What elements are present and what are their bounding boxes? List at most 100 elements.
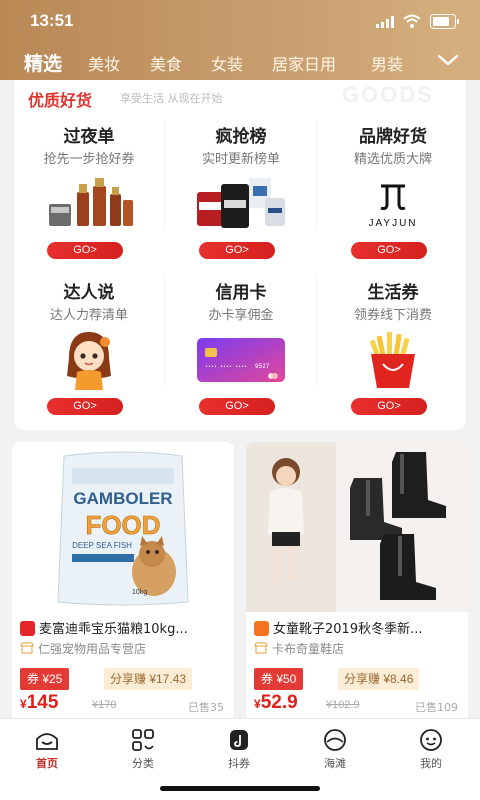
supplement-jars-image	[197, 178, 285, 228]
douyin-coupon-icon	[230, 730, 248, 750]
chevron-down-icon[interactable]	[436, 52, 460, 68]
credit-card-cell[interactable]: 信用卡 办卡享佣金 •••• •••• •••• 9527 GO>	[166, 278, 316, 428]
svg-text:JAYJUN: JAYJUN	[368, 218, 417, 229]
sold-count: 已售109	[415, 701, 458, 714]
cell-subtitle: 精选优质大牌	[353, 152, 432, 167]
share-earn-badge[interactable]: 分享赚 ¥17.43	[104, 668, 193, 690]
wifi-icon	[403, 14, 421, 28]
cell-subtitle: 办卡享佣金	[208, 308, 274, 323]
tab-food[interactable]: 美食	[150, 51, 182, 75]
divider	[164, 120, 165, 230]
nav-label: 分类	[132, 757, 154, 770]
cell-title: 过夜单	[63, 127, 115, 147]
profile-icon	[420, 729, 442, 751]
overnight-deals-cell[interactable]: 过夜单 抢先一步抢好券 GO>	[14, 122, 164, 272]
product-name-text: 麦富迪乖宝乐猫粮10kg...	[39, 622, 188, 637]
shop-icon	[254, 642, 268, 654]
divider	[316, 275, 317, 385]
nav-label: 海滩	[324, 757, 346, 770]
sold-count: 已售35	[188, 701, 224, 714]
quality-goods-card: 优质好货 享受生活 从现在开始 GOODS 过夜单 抢先一步抢好券 GO> 疯抢…	[14, 80, 466, 430]
home-icon	[36, 733, 58, 750]
shop-name[interactable]: 卡布奇童鞋店	[254, 640, 344, 657]
svg-text:9527: 9527	[255, 363, 270, 370]
share-earn-badge[interactable]: 分享赚 ¥8.46	[338, 668, 420, 690]
credit-card-image: •••• •••• •••• 9527	[197, 338, 285, 382]
tab-featured[interactable]: 精选	[24, 49, 62, 76]
taobao-icon	[254, 621, 269, 636]
svg-text:FOOD: FOOD	[85, 510, 160, 540]
life-coupon-cell[interactable]: 生活券 领券线下消费 GO>	[318, 278, 466, 428]
product-name: 麦富迪乖宝乐猫粮10kg...	[20, 618, 226, 637]
nav-label: 抖券	[228, 757, 250, 770]
shop-name[interactable]: 仁强宠物用品专营店	[20, 640, 146, 657]
cell-title: 生活券	[367, 283, 419, 303]
divider	[316, 120, 317, 230]
coupon-badge[interactable]: 券 ¥25	[20, 668, 70, 690]
cell-title: 信用卡	[215, 283, 267, 303]
tab-womens[interactable]: 女装	[211, 51, 243, 75]
jayjun-logo: JAYJUN	[368, 184, 417, 229]
nav-beach[interactable]: 海滩	[300, 727, 370, 771]
shop-name-text: 卡布奇童鞋店	[272, 642, 345, 656]
status-bar: 13:51	[0, 0, 480, 44]
product-name: 女童靴子2019秋冬季新...	[254, 618, 460, 637]
go-button[interactable]: GO>	[47, 398, 123, 415]
section-title: 优质好货	[28, 91, 93, 110]
category-tabs: 精选 美妆 美食 女装 居家日用 男装	[0, 44, 480, 78]
svg-text:DEEP SEA FISH: DEEP SEA FISH	[72, 541, 132, 550]
tmall-icon	[20, 621, 35, 636]
brand-goods-cell[interactable]: 品牌好货 精选优质大牌 JAYJUN GO>	[318, 122, 466, 272]
shop-name-text: 仁强宠物用品专营店	[38, 642, 147, 656]
go-button[interactable]: GO>	[351, 242, 427, 259]
cell-title: 品牌好货	[359, 127, 427, 147]
nav-label: 首页	[36, 757, 58, 770]
nav-home[interactable]: 首页	[12, 727, 82, 771]
cell-subtitle: 领券线下消费	[353, 308, 432, 323]
cell-subtitle: 实时更新榜单	[201, 152, 280, 167]
divider	[164, 275, 165, 385]
influencer-cell[interactable]: 达人说 达人力荐清单 GO>	[14, 278, 164, 428]
svg-text:GAMBOLER: GAMBOLER	[73, 489, 172, 508]
goods-watermark: GOODS	[342, 82, 434, 107]
signal-icon	[376, 16, 394, 28]
cat-food-bag-image: GAMBOLER FOOD DEEP SEA FISH 10kg	[12, 442, 234, 612]
section-subtitle: 享受生活 从现在开始	[120, 92, 223, 105]
original-price: ¥102.9	[326, 699, 360, 711]
top-header: 13:51 精选 美妆 美食 女装 居家日用 男装	[0, 0, 480, 80]
battery-icon	[430, 14, 459, 29]
coupon-badge[interactable]: 券 ¥50	[254, 668, 304, 690]
svg-text:10kg: 10kg	[132, 589, 147, 596]
product-card[interactable]: GAMBOLER FOOD DEEP SEA FISH 10kg 麦富迪乖宝乐猫…	[12, 442, 234, 722]
cell-subtitle: 抢先一步抢好券	[43, 152, 135, 167]
nav-douyin-coupon[interactable]: 抖券	[204, 727, 274, 771]
go-button[interactable]: GO>	[199, 242, 275, 259]
tab-mens[interactable]: 男装	[371, 51, 403, 75]
cartoon-girl-image	[67, 332, 111, 390]
category-icon	[132, 729, 154, 751]
tab-beauty[interactable]: 美妆	[88, 51, 120, 75]
product-name-text: 女童靴子2019秋冬季新...	[273, 622, 423, 637]
go-button[interactable]: GO>	[47, 242, 123, 259]
nav-profile[interactable]: 我的	[396, 727, 466, 771]
price: ¥52.9	[254, 692, 298, 713]
nav-category[interactable]: 分类	[108, 727, 178, 771]
go-button[interactable]: GO>	[199, 398, 275, 415]
hot-list-cell[interactable]: 疯抢榜 实时更新榜单 GO>	[166, 122, 316, 272]
original-price: ¥170	[92, 699, 117, 711]
beach-icon	[324, 729, 346, 751]
french-fries-image	[369, 332, 415, 388]
svg-text:•••• •••• ••••: •••• •••• ••••	[205, 364, 247, 370]
skincare-bottles-image	[49, 178, 133, 226]
status-time: 13:51	[30, 11, 74, 30]
nav-label: 我的	[420, 757, 442, 770]
cell-subtitle: 达人力荐清单	[49, 308, 128, 323]
tab-household[interactable]: 居家日用	[272, 51, 336, 75]
cell-title: 达人说	[63, 283, 115, 303]
shop-icon	[20, 642, 34, 654]
price: ¥145	[20, 692, 59, 713]
girls-boots-image	[246, 442, 468, 612]
cell-title: 疯抢榜	[215, 127, 267, 147]
product-card[interactable]: 女童靴子2019秋冬季新... 卡布奇童鞋店 券 ¥50 分享赚 ¥8.46 ¥…	[246, 442, 468, 722]
go-button[interactable]: GO>	[351, 398, 427, 415]
